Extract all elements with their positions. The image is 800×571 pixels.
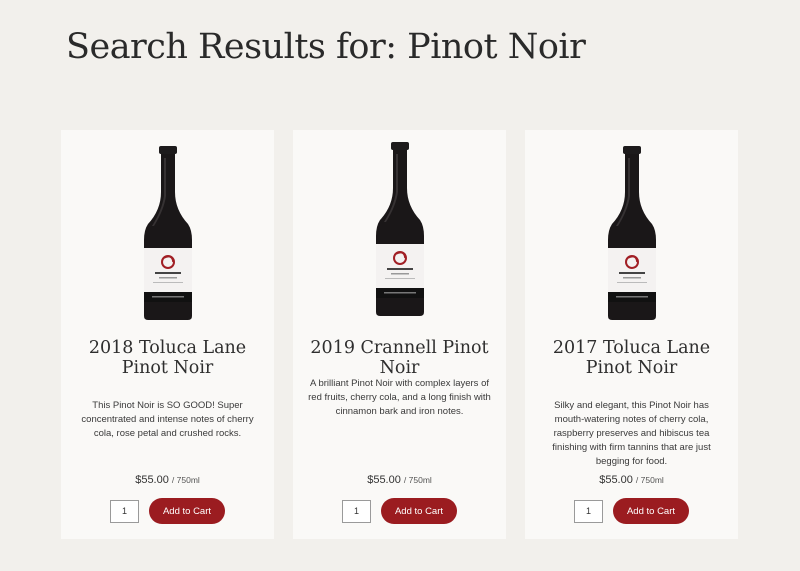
product-title[interactable]: 2019 Crannell Pinot Noir	[303, 338, 496, 378]
cart-row: Add to Cart	[525, 498, 738, 524]
wine-bottle-image[interactable]	[128, 144, 208, 326]
product-title[interactable]: 2018 Toluca Lane Pinot Noir	[71, 338, 264, 378]
price-row: $55.00 / 750ml	[61, 474, 274, 486]
product-unit: / 750ml	[635, 475, 664, 485]
product-card: 2019 Crannell Pinot Noir A brilliant Pin…	[293, 130, 506, 539]
product-description: This Pinot Noir is SO GOOD! Super concen…	[81, 400, 254, 439]
add-to-cart-button[interactable]: Add to Cart	[381, 498, 457, 524]
product-unit: / 750ml	[403, 475, 432, 485]
quantity-input[interactable]	[342, 499, 371, 523]
add-to-cart-button[interactable]: Add to Cart	[613, 498, 689, 524]
product-card: 2017 Toluca Lane Pinot Noir Silky and el…	[525, 130, 738, 539]
product-title[interactable]: 2017 Toluca Lane Pinot Noir	[535, 338, 728, 378]
add-to-cart-button[interactable]: Add to Cart	[149, 498, 225, 524]
product-unit: / 750ml	[171, 475, 200, 485]
price-row: $55.00 / 750ml	[293, 474, 506, 486]
product-description: Silky and elegant, this Pinot Noir has m…	[552, 400, 711, 467]
page-title: Search Results for: Pinot Noir	[66, 27, 586, 67]
quantity-input[interactable]	[574, 499, 603, 523]
product-price: $55.00	[135, 474, 169, 486]
product-card: 2018 Toluca Lane Pinot Noir This Pinot N…	[61, 130, 274, 539]
product-price: $55.00	[367, 474, 401, 486]
quantity-input[interactable]	[110, 499, 139, 523]
cart-row: Add to Cart	[61, 498, 274, 524]
wine-bottle-image[interactable]	[360, 140, 440, 322]
cart-row: Add to Cart	[293, 498, 506, 524]
product-price: $55.00	[599, 474, 633, 486]
product-description: A brilliant Pinot Noir with complex laye…	[308, 378, 491, 417]
wine-bottle-image[interactable]	[592, 144, 672, 326]
price-row: $55.00 / 750ml	[525, 474, 738, 486]
